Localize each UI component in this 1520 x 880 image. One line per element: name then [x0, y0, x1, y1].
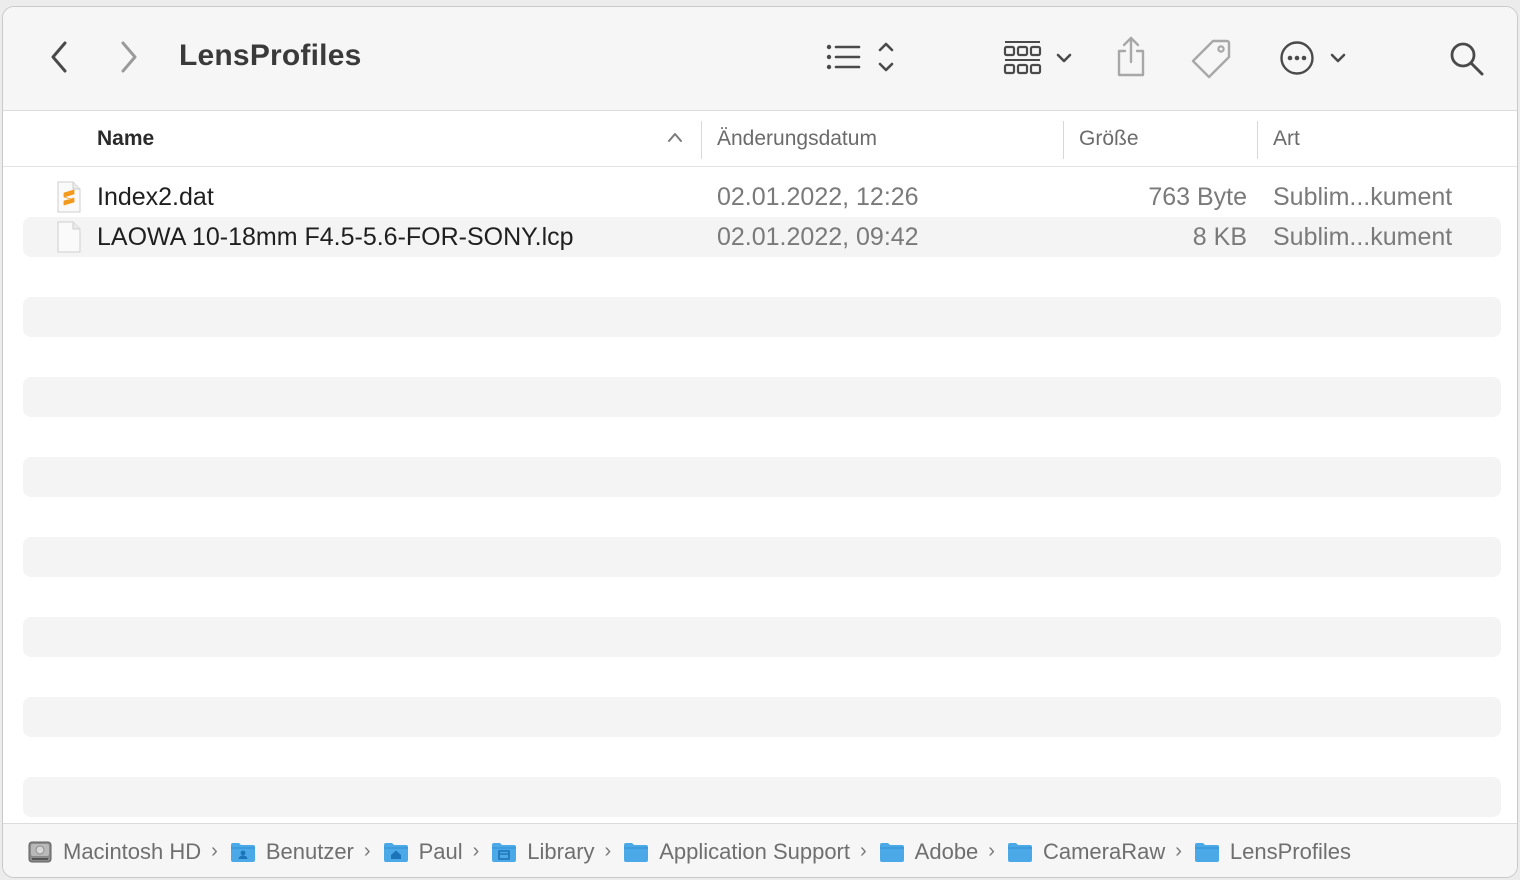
file-row[interactable]: LAOWA 10-18mm F4.5-5.6-FOR-SONY.lcp 02.0… [23, 217, 1501, 257]
column-divider[interactable] [1063, 121, 1064, 159]
column-header: Name Änderungsdatum Größe Art [3, 111, 1517, 167]
share-icon [1117, 36, 1145, 77]
users-folder-icon [230, 842, 255, 862]
file-kind: Sublim...kument [1273, 222, 1453, 251]
forward-button[interactable] [113, 37, 145, 77]
path-label: Application Support [659, 838, 850, 864]
file-name: LAOWA 10-18mm F4.5-5.6-FOR-SONY.lcp [97, 222, 574, 251]
path-label: Library [527, 838, 595, 864]
file-name: Index2.dat [97, 182, 214, 211]
grid-group-icon [1003, 41, 1072, 75]
chevron-right-icon [121, 41, 137, 73]
list-view-icon [826, 42, 894, 72]
empty-row [23, 377, 1501, 417]
path-bar: Macintosh HD › Benutzer › Paul › Library… [3, 823, 1517, 877]
chevron-right-icon: › [363, 840, 371, 862]
window-title: LensProfiles [179, 39, 362, 72]
file-list: Index2.dat 02.01.2022, 12:26 763 Byte Su… [3, 167, 1517, 823]
column-kind[interactable]: Art [1273, 111, 1300, 167]
chevron-right-icon: › [1175, 840, 1182, 862]
file-date: 02.01.2022, 09:42 [717, 222, 919, 251]
path-item-application-support[interactable]: Application Support [623, 839, 850, 865]
path-item-cameraraw[interactable]: CameraRaw [1007, 839, 1165, 865]
file-kind: Sublim...kument [1273, 182, 1453, 211]
path-item-lensprofiles[interactable]: LensProfiles [1194, 839, 1351, 865]
column-size[interactable]: Größe [1079, 111, 1139, 167]
folder-icon [1007, 842, 1032, 862]
file-size: 8 KB [1192, 222, 1247, 251]
path-label: LensProfiles [1229, 838, 1351, 864]
path-label: Benutzer [265, 838, 354, 864]
chevron-right-icon: › [472, 840, 480, 862]
tag-icon [1191, 39, 1231, 79]
path-label: Paul [418, 838, 463, 864]
file-size: 763 Byte [1148, 182, 1247, 211]
path-item-adobe[interactable]: Adobe [879, 838, 979, 865]
share-button[interactable] [1111, 33, 1151, 81]
ellipsis-circle-icon [1280, 41, 1346, 75]
hard-drive-icon [28, 841, 52, 862]
empty-row [23, 617, 1501, 657]
path-item-macintosh-hd[interactable]: Macintosh HD [27, 839, 201, 865]
column-divider[interactable] [1257, 121, 1258, 159]
library-folder-icon [492, 842, 517, 862]
path-label: Macintosh HD [63, 838, 202, 864]
sublime-document-icon [57, 181, 81, 213]
path-item-library[interactable]: Library [491, 838, 595, 865]
view-options-button[interactable] [819, 37, 899, 77]
column-name[interactable]: Name [97, 111, 154, 167]
finder-window: LensProfiles Name Änderungsdatum Größe A… [2, 6, 1518, 878]
file-date: 02.01.2022, 12:26 [717, 182, 919, 211]
chevron-left-icon [51, 41, 67, 73]
chevron-right-icon: › [988, 840, 995, 862]
search-button[interactable] [1445, 37, 1489, 81]
group-button[interactable] [999, 35, 1079, 79]
path-label: CameraRaw [1042, 838, 1166, 864]
path-item-paul[interactable]: Paul [383, 839, 463, 865]
toolbar: LensProfiles [3, 7, 1517, 111]
back-button[interactable] [43, 37, 75, 77]
blank-document-icon [57, 221, 81, 253]
column-divider[interactable] [701, 121, 702, 159]
chevron-right-icon: › [604, 840, 612, 862]
empty-row [23, 297, 1501, 337]
sort-ascending-icon[interactable] [667, 131, 683, 143]
home-folder-icon [383, 842, 408, 862]
empty-row [23, 537, 1501, 577]
file-row[interactable]: Index2.dat 02.01.2022, 12:26 763 Byte Su… [23, 177, 1501, 217]
folder-icon [1194, 842, 1219, 862]
path-item-benutzer[interactable]: Benutzer [230, 839, 354, 865]
search-icon [1450, 42, 1484, 76]
empty-row [23, 697, 1501, 737]
chevron-right-icon: › [860, 840, 867, 862]
empty-row [23, 777, 1501, 817]
more-actions-button[interactable] [1275, 37, 1351, 79]
folder-icon [624, 842, 649, 862]
chevron-right-icon: › [211, 840, 218, 862]
tag-button[interactable] [1189, 35, 1235, 81]
path-label: Adobe [914, 838, 979, 864]
column-date[interactable]: Änderungsdatum [717, 111, 877, 167]
empty-row [23, 457, 1501, 497]
folder-icon [879, 842, 904, 862]
